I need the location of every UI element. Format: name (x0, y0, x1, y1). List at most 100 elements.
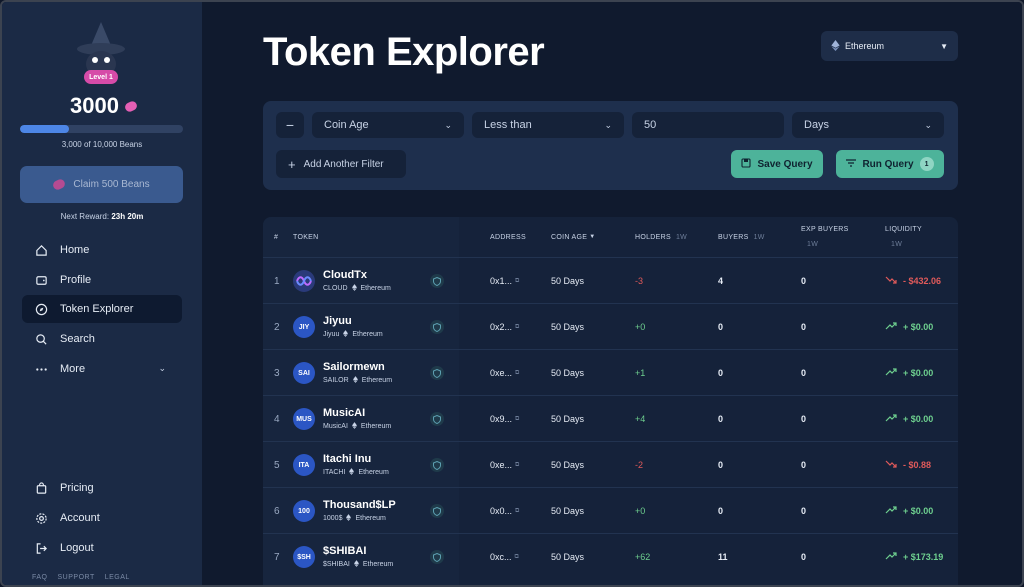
address-cell[interactable]: 0xe... ⧉ (490, 442, 519, 488)
save-query-button[interactable]: Save Query (731, 150, 823, 178)
shield-icon[interactable] (430, 550, 444, 564)
run-query-button[interactable]: Run Query 1 (836, 150, 944, 178)
exp-buyers-period: 1W (807, 241, 819, 248)
claim-beans-button[interactable]: Claim 500 Beans (20, 166, 183, 203)
table-row[interactable]: 6 100 Thousand$LP 1000$ Ethereum 0x0... … (263, 487, 958, 533)
filter-unit-select[interactable]: Days ⌄ (792, 112, 944, 138)
token-chain: Ethereum (361, 377, 393, 384)
table-row[interactable]: 2 JIY Jiyuu Jiyuu Ethereum 0x2... ⧉ 50 D… (263, 303, 958, 349)
remove-filter-button[interactable]: − (276, 112, 304, 138)
token-cell[interactable]: ITA Itachi Inu ITACHI Ethereum (293, 442, 389, 488)
filter-operator-select[interactable]: Less than ⌄ (472, 112, 624, 138)
chain-select-value: Ethereum (845, 41, 885, 51)
nav-item-token-explorer[interactable]: Token Explorer (22, 295, 182, 323)
token-cell[interactable]: CloudTx CLOUD Ethereum (293, 258, 391, 304)
nav-item-profile[interactable]: Profile (22, 266, 182, 294)
copy-icon[interactable]: ⧉ (515, 370, 519, 377)
row-number: 1 (274, 275, 280, 287)
table-row[interactable]: 5 ITA Itachi Inu ITACHI Ethereum 0xe... … (263, 441, 958, 487)
coin-age-cell: 50 Days (551, 414, 585, 424)
token-cell[interactable]: SAI Sailormewn SAILOR Ethereum (293, 350, 392, 396)
token-info: CloudTx CLOUD Ethereum (323, 269, 391, 293)
table-row[interactable]: 3 SAI Sailormewn SAILOR Ethereum 0xe... … (263, 349, 958, 395)
ethereum-icon (351, 422, 357, 431)
nav-item-pricing[interactable]: Pricing (22, 474, 182, 502)
nav-label-logout: Logout (60, 542, 94, 554)
nav-item-home[interactable]: Home (22, 236, 182, 264)
nav-item-search[interactable]: Search (22, 325, 182, 353)
address-cell[interactable]: 0x2... ⧉ (490, 304, 519, 350)
trend-down-icon (885, 276, 897, 286)
table-row[interactable]: 1 CloudTx CLOUD Ethereum 0x1... ⧉ 50 Day… (263, 257, 958, 303)
token-symbol: $SHIBAI (323, 561, 350, 568)
column-header-liquidity[interactable]: LIQUIDITY 1W (885, 217, 922, 257)
address-cell[interactable]: 0xe... ⧉ (490, 350, 519, 396)
nav-label-pricing: Pricing (60, 482, 94, 494)
page-title: Token Explorer (263, 30, 545, 74)
chain-select[interactable]: Ethereum ▼ (821, 31, 958, 61)
token-address: 0xe... (490, 368, 513, 378)
nav-item-more[interactable]: More ⌄ (22, 355, 182, 383)
address-cell[interactable]: 0x1... ⧉ (490, 258, 519, 304)
filter-field-select[interactable]: Coin Age ⌄ (312, 112, 464, 138)
add-filter-button[interactable]: + Add Another Filter (276, 150, 406, 178)
table-row[interactable]: 7 $SH $SHIBAI $SHIBAI Ethereum 0xc... ⧉ (263, 533, 958, 579)
liquidity-change: - $0.88 (903, 460, 932, 470)
address-cell[interactable]: 0x9... ⧉ (490, 396, 519, 442)
shield-icon[interactable] (430, 412, 444, 426)
nav-label-token-explorer: Token Explorer (60, 303, 134, 315)
column-header-exp-buyers[interactable]: EXP BUYERS 1W (801, 217, 849, 257)
caret-down-icon: ▼ (940, 41, 948, 51)
footer-links: FAQ SUPPORT LEGAL (32, 574, 130, 581)
address-cell[interactable]: 0x0... ⧉ (490, 488, 519, 534)
footer-link-legal[interactable]: LEGAL (105, 574, 130, 581)
copy-icon[interactable]: ⧉ (515, 416, 519, 423)
token-cell[interactable]: JIY Jiyuu Jiyuu Ethereum (293, 304, 383, 350)
token-info: Itachi Inu ITACHI Ethereum (323, 453, 389, 477)
beans-progress-fill (20, 125, 69, 133)
shield-icon[interactable] (430, 320, 444, 334)
column-header-holders[interactable]: HOLDERS 1W (635, 217, 687, 257)
ethereum-icon (351, 284, 357, 293)
shield-icon[interactable] (430, 366, 444, 380)
holders-change: -3 (635, 276, 644, 286)
copy-icon[interactable]: ⧉ (515, 554, 519, 561)
footer-link-support[interactable]: SUPPORT (58, 574, 95, 581)
copy-icon[interactable]: ⧉ (515, 324, 519, 331)
buyers-count: 11 (718, 552, 728, 562)
token-cell[interactable]: MUS MusicAI MusicAI Ethereum (293, 396, 391, 442)
shield-icon[interactable] (430, 504, 444, 518)
exp-buyers-count: 0 (801, 414, 807, 424)
filter-value-input[interactable]: 50 (632, 112, 784, 138)
claim-beans-label: Claim 500 Beans (73, 179, 150, 190)
chevron-down-icon: ⌄ (444, 119, 452, 130)
token-cell[interactable]: 100 Thousand$LP 1000$ Ethereum (293, 488, 396, 534)
token-info: MusicAI MusicAI Ethereum (323, 407, 391, 431)
chevron-down-icon: ⌄ (924, 119, 932, 130)
home-icon (34, 243, 48, 257)
ethereum-icon (353, 560, 359, 569)
coin-age-cell: 50 Days (551, 506, 585, 516)
token-meta: MusicAI Ethereum (323, 422, 391, 431)
copy-icon[interactable]: ⧉ (515, 508, 519, 515)
filter-panel: − Coin Age ⌄ Less than ⌄ 50 Days ⌄ + Add… (263, 101, 958, 190)
column-header-coin-age[interactable]: COIN AGE ▼ (551, 217, 596, 257)
token-symbol: ITACHI (323, 469, 346, 476)
run-query-label: Run Query (862, 158, 914, 170)
table-row[interactable]: 4 MUS MusicAI MusicAI Ethereum 0x9... ⧉ (263, 395, 958, 441)
column-header-buyers[interactable]: BUYERS 1W (718, 217, 765, 257)
nav-item-logout[interactable]: Logout (22, 534, 182, 562)
buyers-header-label: BUYERS (718, 233, 749, 241)
shield-icon[interactable] (430, 274, 444, 288)
nav-item-account[interactable]: Account (22, 504, 182, 532)
buyers-count: 0 (718, 368, 724, 378)
shield-icon[interactable] (430, 458, 444, 472)
footer-link-faq[interactable]: FAQ (32, 574, 48, 581)
token-cell[interactable]: $SH $SHIBAI $SHIBAI Ethereum (293, 534, 393, 580)
exp-buyers-count: 0 (801, 460, 807, 470)
copy-icon[interactable]: ⧉ (515, 462, 519, 469)
token-chain: Ethereum (362, 561, 394, 568)
copy-icon[interactable]: ⧉ (515, 278, 519, 285)
beans-progress-bar (20, 125, 183, 133)
address-cell[interactable]: 0xc... ⧉ (490, 534, 519, 580)
